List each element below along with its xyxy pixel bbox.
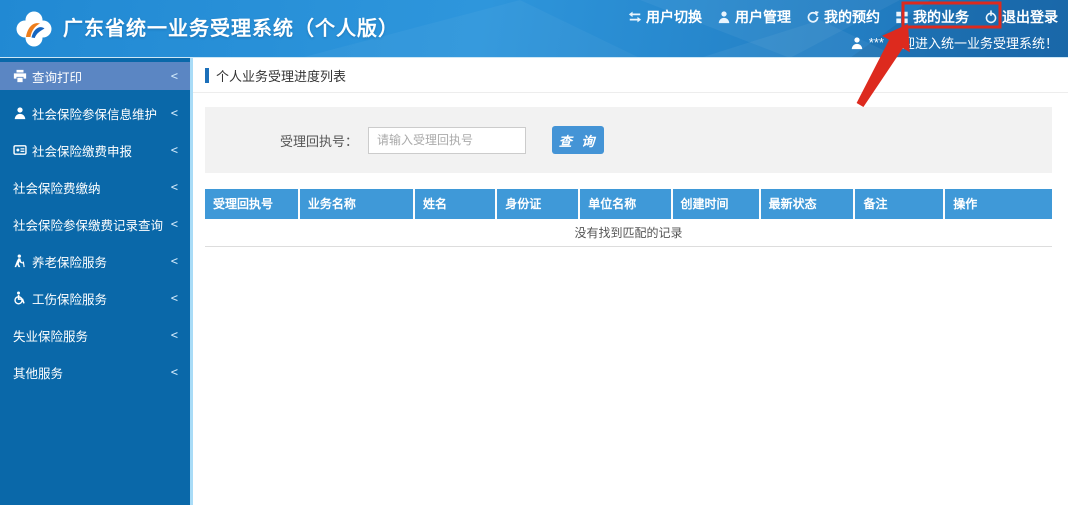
collapse-chevron-icon: < — [170, 143, 178, 157]
elderly-icon — [13, 254, 27, 268]
card-icon — [13, 143, 27, 157]
printer-icon — [13, 69, 27, 83]
my-appointments-icon — [806, 10, 820, 24]
sidebar-item[interactable]: 工伤保险服务 < — [0, 284, 190, 312]
person-icon — [850, 36, 864, 50]
sidebar-item[interactable]: 失业保险服务 < — [0, 321, 190, 349]
table-empty-message: 没有找到匹配的记录 — [205, 219, 1052, 247]
sidebar-item-label: 查询打印 — [32, 70, 83, 85]
table-header-row: 受理回执号 业务名称 姓名 身份证 单位名称 创建时间 最新状态 备注 操作 — [205, 189, 1052, 219]
person-icon — [13, 106, 27, 120]
top-menu-item-label: 用户切换 — [646, 9, 702, 25]
search-form-panel: 受理回执号： 查 询 — [205, 107, 1052, 173]
collapse-chevron-icon: < — [170, 69, 178, 83]
sidebar-item-label: 社会保险费缴纳 — [13, 181, 101, 196]
collapse-chevron-icon: < — [170, 180, 178, 194]
welcome-text: 欢迎进入统一业务受理系统！ — [888, 36, 1058, 51]
sidebar-item[interactable]: 查询打印 < — [0, 62, 190, 90]
app-header: 广东省统一业务受理系统（个人版） 用户切换 用户管理 我的预约 我的业务 退出登… — [0, 0, 1068, 58]
top-menu: 用户切换 用户管理 我的预约 我的业务 退出登录 — [628, 7, 1058, 27]
welcome-masked-user: *** — [868, 35, 884, 50]
top-menu-item[interactable]: 我的业务 — [895, 7, 969, 27]
receipt-number-label: 受理回执号： — [280, 133, 359, 149]
top-menu-item[interactable]: 退出登录 — [984, 7, 1058, 27]
sidebar-item[interactable]: 社会保险参保缴费记录查询 < — [0, 210, 190, 238]
table-header-cell: 备注 — [855, 189, 946, 219]
my-business-icon — [895, 10, 909, 24]
top-menu-item-label: 退出登录 — [1002, 9, 1058, 25]
top-menu-item[interactable]: 我的预约 — [806, 7, 880, 27]
logout-icon — [984, 10, 998, 24]
sidebar-item-label: 社会保险参保缴费记录查询 — [13, 218, 164, 233]
page-title-row: 个人业务受理进度列表 — [193, 58, 1068, 93]
table-header-cell: 操作 — [953, 197, 978, 211]
collapse-chevron-icon: < — [170, 217, 178, 231]
sidebar-item[interactable]: 养老保险服务 < — [0, 247, 190, 275]
sidebar-item-label: 其他服务 — [13, 366, 64, 381]
table-header-cell: 单位名称 — [580, 189, 673, 219]
title-accent-bar — [205, 67, 209, 83]
sidebar-item-label: 社会保险参保信息维护 — [32, 107, 158, 122]
collapse-chevron-icon: < — [170, 291, 178, 305]
query-button[interactable]: 查 询 — [552, 126, 605, 154]
sidebar-item-label: 失业保险服务 — [13, 329, 89, 344]
sidebar-item[interactable]: 社会保险费缴纳 < — [0, 173, 190, 201]
app-title: 广东省统一业务受理系统（个人版） — [63, 18, 399, 40]
top-menu-item-label: 我的业务 — [913, 9, 969, 25]
collapse-chevron-icon: < — [170, 106, 178, 120]
table-header-cell: 业务名称 — [300, 189, 416, 219]
table-header-cell: 创建时间 — [673, 189, 761, 219]
user-manage-icon — [717, 10, 731, 24]
sidebar-item[interactable]: 社会保险参保信息维护 < — [0, 99, 190, 127]
sidebar-item-label: 工伤保险服务 — [32, 292, 108, 307]
collapse-chevron-icon: < — [170, 328, 178, 342]
main-content: 个人业务受理进度列表 受理回执号： 查 询 受理回执号 业务名称 姓名 身份证 … — [193, 58, 1068, 505]
sidebar-item[interactable]: 社会保险缴费申报 < — [0, 136, 190, 164]
progress-table: 受理回执号 业务名称 姓名 身份证 单位名称 创建时间 最新状态 备注 操作 没… — [205, 189, 1052, 247]
receipt-number-input[interactable] — [368, 126, 527, 154]
sidebar-nav: 查询打印 < 社会保险参保信息维护 < 社会保险缴费申报 < 社会保险费缴纳 <… — [0, 58, 193, 505]
wheelchair-icon — [13, 291, 27, 305]
sidebar-item[interactable]: 其他服务 < — [0, 358, 190, 386]
table-header-cell: 受理回执号 — [205, 189, 300, 219]
sidebar-item-label: 养老保险服务 — [32, 255, 108, 270]
table-header-cell: 姓名 — [415, 189, 498, 219]
table-header-cell: 最新状态 — [761, 189, 856, 219]
table-header-cell: 身份证 — [497, 189, 581, 219]
switch-user-icon — [628, 10, 642, 24]
brand: 广东省统一业务受理系统（个人版） — [14, 8, 399, 50]
collapse-chevron-icon: < — [170, 254, 178, 268]
collapse-chevron-icon: < — [170, 365, 178, 379]
app-logo-icon — [16, 11, 52, 47]
top-menu-item[interactable]: 用户切换 — [628, 7, 702, 27]
sidebar-item-label: 社会保险缴费申报 — [32, 144, 133, 159]
welcome-message: *** 欢迎进入统一业务受理系统！ — [850, 33, 1058, 52]
top-menu-item-label: 我的预约 — [824, 9, 880, 25]
top-menu-item-label: 用户管理 — [735, 9, 791, 25]
top-menu-item[interactable]: 用户管理 — [717, 7, 791, 27]
page-title: 个人业务受理进度列表 — [216, 68, 347, 84]
